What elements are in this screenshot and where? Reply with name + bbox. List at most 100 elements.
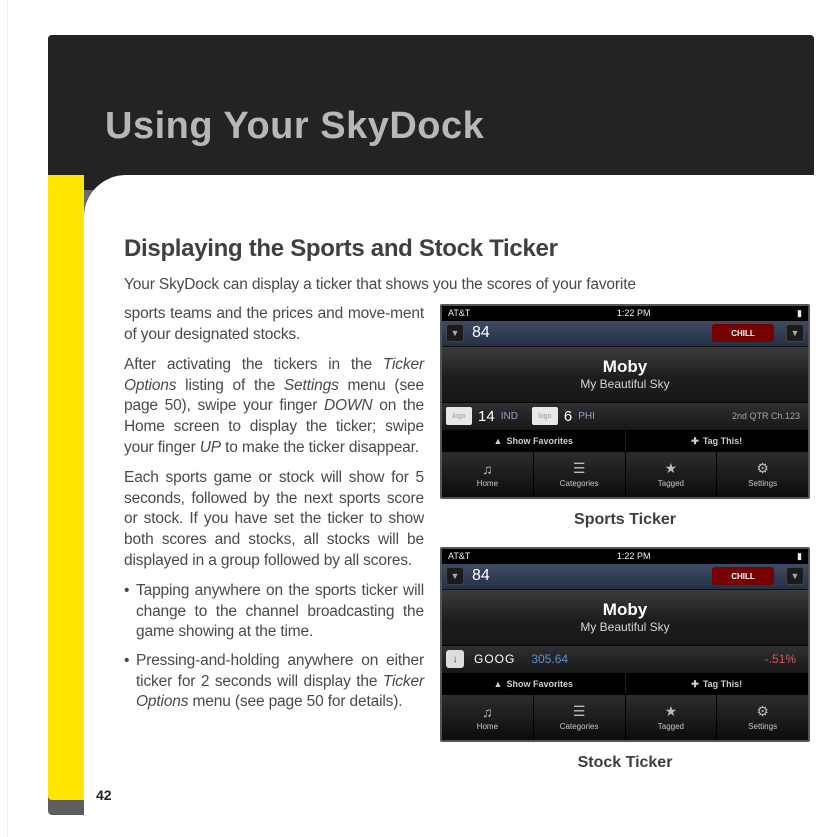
now-playing-panel: Moby My Beautiful Sky [442,590,808,646]
tag-this-button[interactable]: ✚ Tag This! [626,674,809,695]
stock-ticker-screenshot: AT&T 1:22 PM ▮ ▼ 84 CHILL ▼ Moby My Beau… [440,547,810,742]
yellow-side-tab [48,175,84,800]
team1-score: 14 [478,408,495,425]
channel-number: 84 [472,324,490,342]
label: Settings [748,479,777,488]
stock-figure-caption: Stock Ticker [440,754,810,772]
label: Tagged [658,479,684,488]
track-title: My Beautiful Sky [580,377,669,391]
team2-abbr: PHI [578,411,595,422]
label: Tagged [658,722,684,731]
stock-price: 305.64 [531,652,568,666]
label: Categories [560,479,599,488]
page-number: 42 [96,787,112,803]
settings-ref: Settings [284,377,339,394]
tab-settings[interactable]: ⚙ Settings [717,452,808,497]
home-icon: ♫ [482,704,493,720]
game-status: 2nd QTR Ch.123 [732,411,800,421]
station-logo: CHILL [712,324,774,342]
bullet-2: • Pressing-and-holding anywhere on eithe… [124,651,424,713]
para1-rest: sports teams and the prices and move-men… [124,304,424,345]
label: Show Favorites [506,679,573,689]
txt: listing of the [176,377,283,394]
label: Settings [748,722,777,731]
sports-ticker-screenshot: AT&T 1:22 PM ▮ ▼ 84 CHILL ▼ Moby My Beau… [440,304,810,499]
up-ref: UP [200,439,221,456]
action-row: ▲Show Favorites ✚ Tag This! [442,674,808,696]
down-arrow-icon: ↓ [446,650,464,668]
carrier-label: AT&T [448,308,470,318]
tab-bar: ♫ Home ☰ Categories ★ Tagged ⚙ Settings [442,694,808,740]
page-title: Using Your SkyDock [105,105,484,148]
chevron-up-icon: ▲ [494,679,503,689]
label: Home [477,479,498,488]
channel-up-button[interactable]: ▼ [786,324,804,342]
tab-home[interactable]: ♫ Home [442,695,534,740]
sports-figure-caption: Sports Ticker [440,511,810,529]
figures-column: AT&T 1:22 PM ▮ ▼ 84 CHILL ▼ Moby My Beau… [440,304,810,782]
show-favorites-button[interactable]: ▲Show Favorites [442,674,626,695]
home-icon: ♫ [482,461,493,477]
categories-icon: ☰ [573,460,586,477]
tagged-icon: ★ [665,703,678,720]
battery-icon: ▮ [797,308,802,319]
channel-number: 84 [472,567,490,585]
tag-icon: ✚ [691,679,699,690]
tab-tagged[interactable]: ★ Tagged [626,452,718,497]
team2-logo: logo [532,407,558,425]
carrier-label: AT&T [448,551,470,561]
channel-up-button[interactable]: ▼ [786,567,804,585]
txt: After activating the tickers in the [124,356,383,373]
tab-settings[interactable]: ⚙ Settings [717,695,808,740]
section-heading: Displaying the Sports and Stock Ticker [124,235,786,263]
bullet-dot: • [124,651,136,713]
txt: to make the ticker disappear. [221,439,419,456]
label: Show Favorites [506,436,573,446]
categories-icon: ☰ [573,703,586,720]
show-favorites-button[interactable]: ▲Show Favorites [442,431,626,452]
bullet-2-text: Pressing-and-holding anywhere on either … [136,651,424,713]
tab-home[interactable]: ♫ Home [442,452,534,497]
gear-icon: ⚙ [756,703,769,720]
content-card: Displaying the Sports and Stock Ticker Y… [84,175,814,815]
tab-tagged[interactable]: ★ Tagged [626,695,718,740]
para2: After activating the tickers in the Tick… [124,355,424,458]
sports-ticker-row[interactable]: logo 14 IND logo 6 PHI 2nd QTR Ch.123 [442,403,808,431]
chevron-up-icon: ▲ [494,436,503,446]
tab-categories[interactable]: ☰ Categories [534,695,626,740]
txt: menu (see page 50 for details). [188,693,402,710]
page-edge-markers [0,0,8,837]
status-bar: AT&T 1:22 PM ▮ [442,549,808,564]
manual-page: Using Your SkyDock Displaying the Sports… [48,35,814,815]
down-ref: DOWN [324,397,372,414]
clock-label: 1:22 PM [617,308,651,318]
label: Tag This! [703,436,742,446]
channel-bar: ▼ 84 CHILL ▼ [442,564,808,590]
channel-down-button[interactable]: ▼ [446,567,464,585]
tab-categories[interactable]: ☰ Categories [534,452,626,497]
gear-icon: ⚙ [756,460,769,477]
label: Home [477,722,498,731]
stock-change: -.51% [765,652,796,666]
label: Tag This! [703,679,742,689]
tagged-icon: ★ [665,460,678,477]
track-artist: Moby [603,600,647,620]
stock-ticker-row[interactable]: ↓ GOOG 305.64 -.51% [442,646,808,674]
bullet-1: • Tapping anywhere on the sports ticker … [124,581,424,643]
station-logo: CHILL [712,567,774,585]
lead-line: Your SkyDock can display a ticker that s… [124,275,786,296]
status-bar: AT&T 1:22 PM ▮ [442,306,808,321]
team1-abbr: IND [501,411,518,422]
team1-logo: logo [446,407,472,425]
stock-symbol: GOOG [474,652,515,666]
bullet-1-text: Tapping anywhere on the sports ticker wi… [136,581,424,643]
channel-down-button[interactable]: ▼ [446,324,464,342]
label: Categories [560,722,599,731]
tag-this-button[interactable]: ✚Tag This! [626,431,809,452]
body-text-column: sports teams and the prices and move-men… [124,304,424,782]
txt: Pressing-and-holding anywhere on either … [136,652,424,690]
battery-icon: ▮ [797,551,802,562]
team2-score: 6 [564,408,572,425]
clock-label: 1:22 PM [617,551,651,561]
para3: Each sports game or stock will show for … [124,468,424,571]
